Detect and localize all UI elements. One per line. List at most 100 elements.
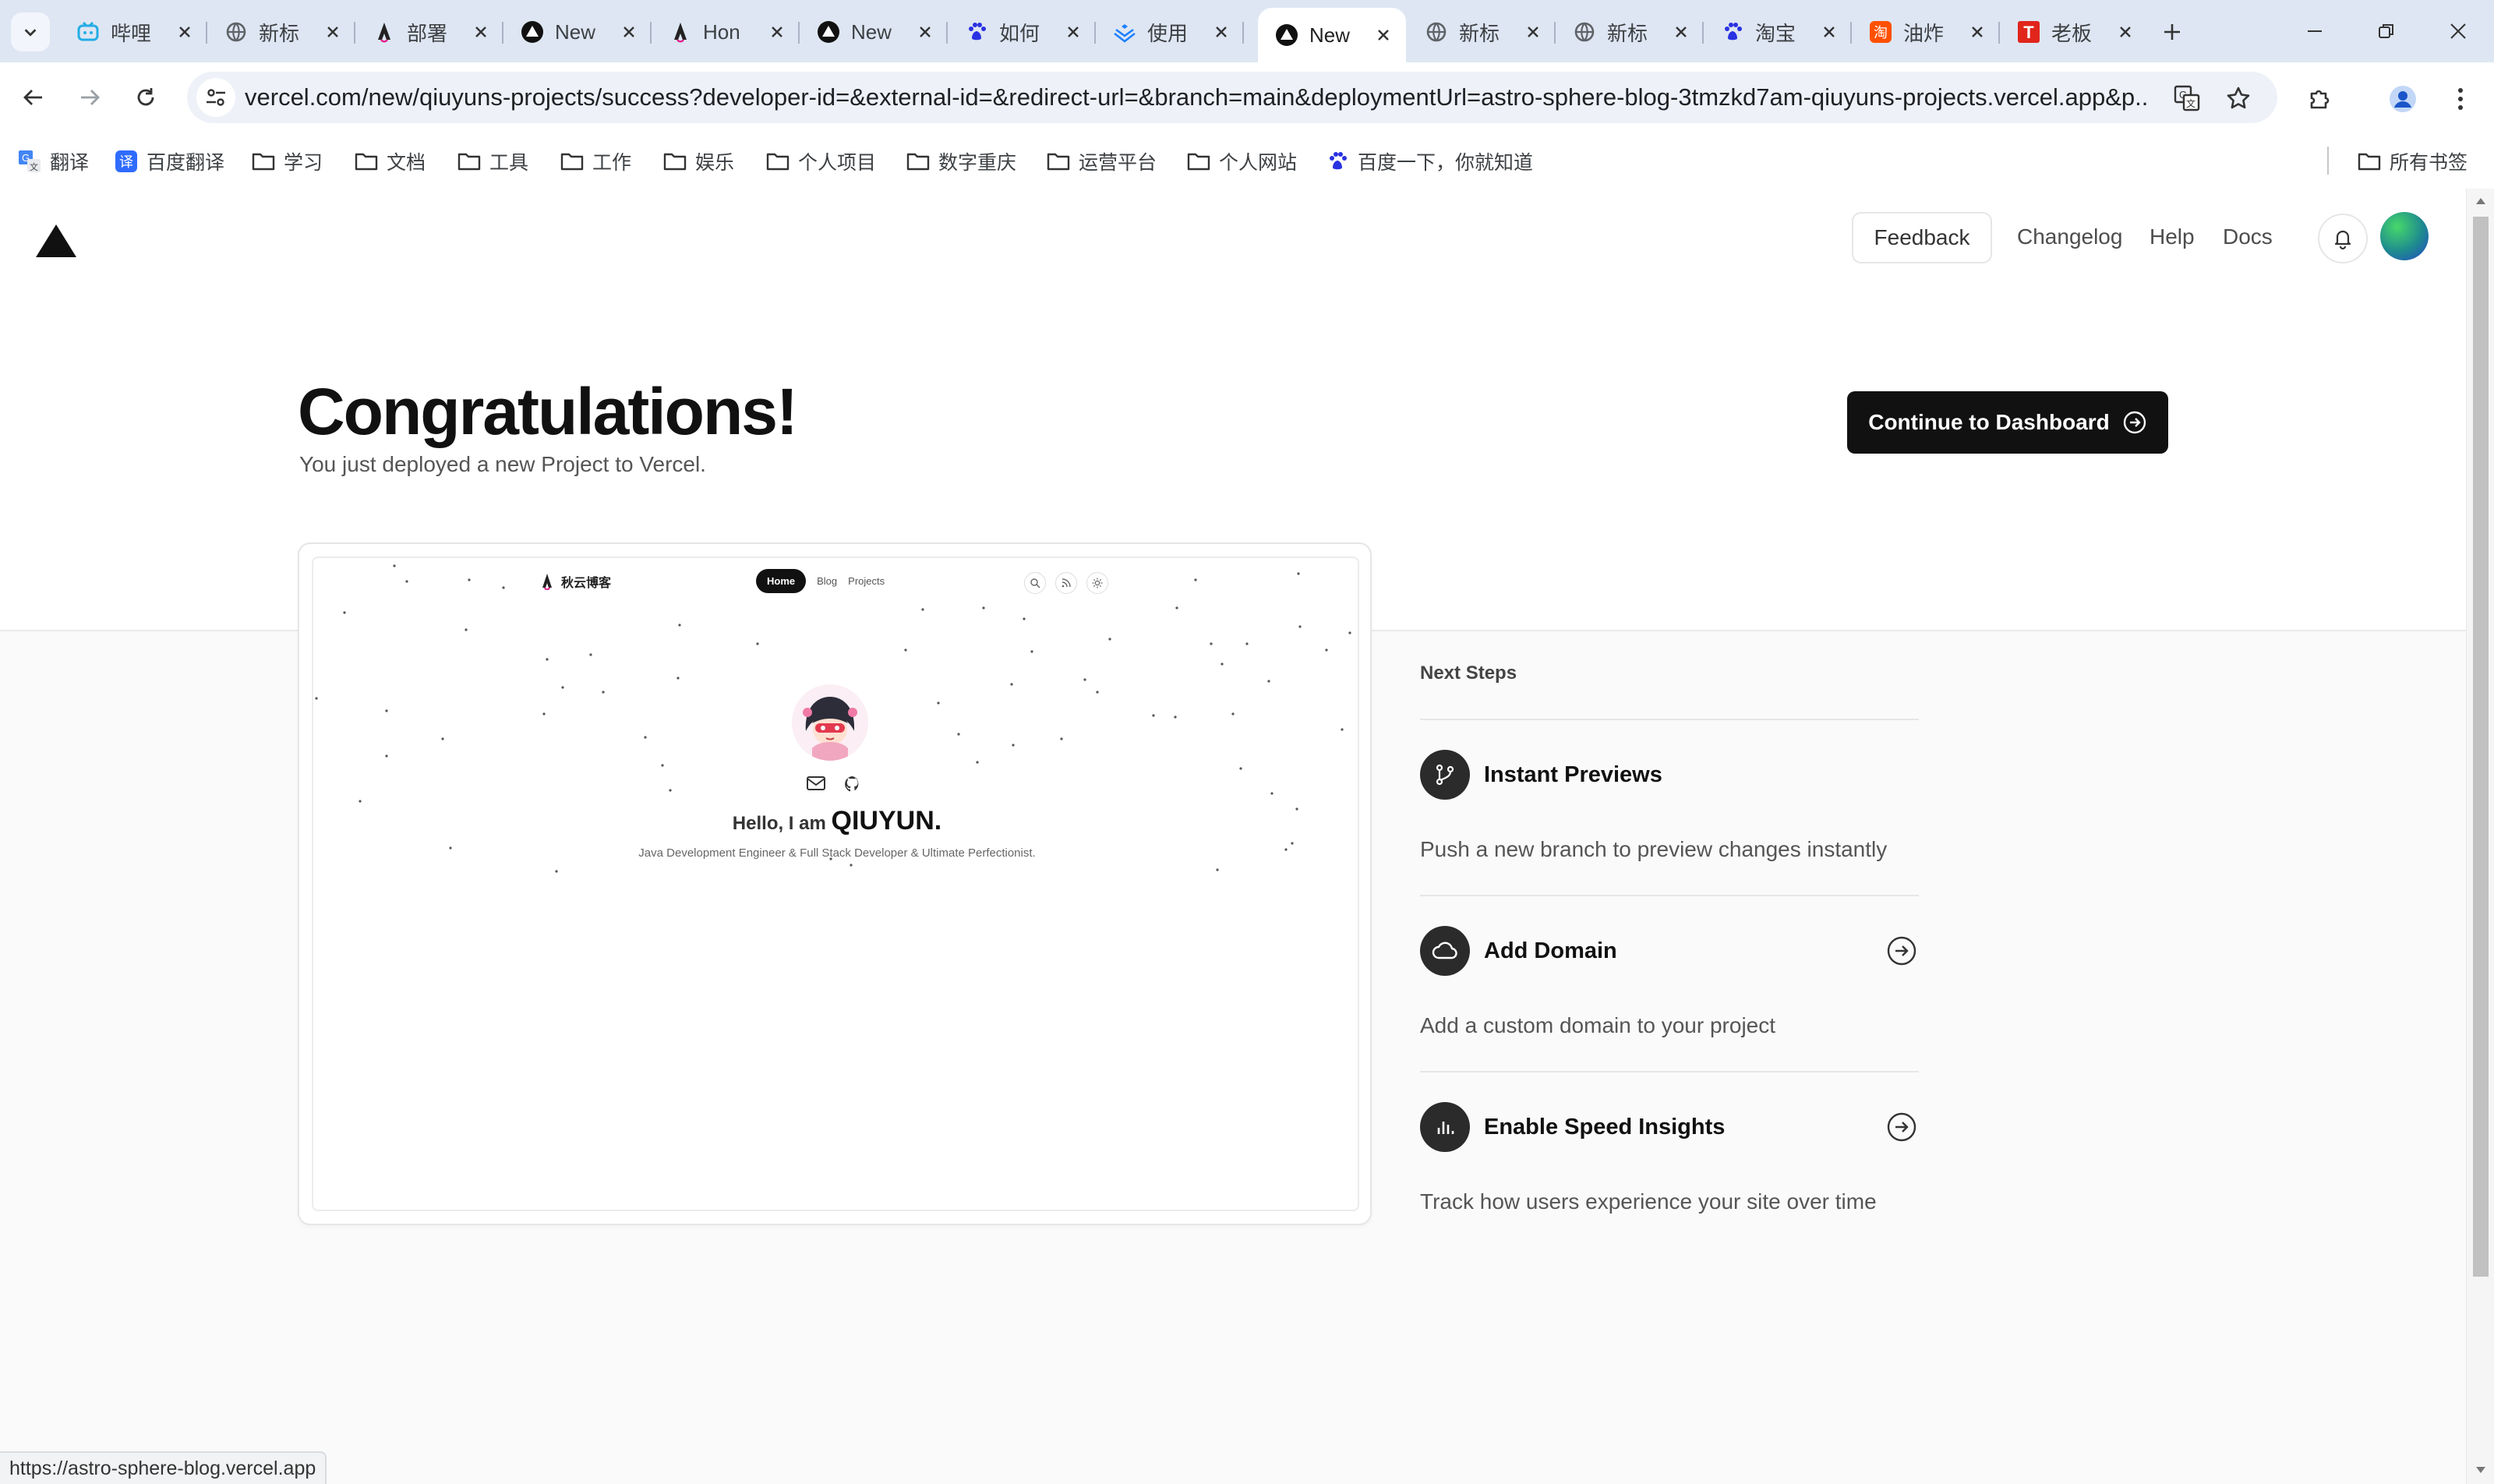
bookmark-folder-tools[interactable]: 工具 bbox=[457, 147, 528, 176]
bookmark-label: 工作 bbox=[592, 152, 632, 174]
bell-icon bbox=[2334, 230, 2351, 250]
bookmark-folder-study[interactable]: 学习 bbox=[251, 147, 323, 176]
tab-title: 新标 bbox=[1607, 21, 1648, 45]
tab-vercel-new[interactable]: New bbox=[503, 8, 652, 56]
profile-button[interactable] bbox=[2383, 80, 2422, 118]
close-icon[interactable] bbox=[321, 20, 344, 44]
reload-button[interactable] bbox=[126, 78, 165, 117]
tab-home[interactable]: Hon bbox=[652, 8, 800, 56]
step-speed-insights[interactable]: Enable Speed Insights Track how users ex… bbox=[1420, 1071, 1919, 1247]
tab-new-tab-3[interactable]: 新标 bbox=[1556, 8, 1704, 56]
tab-taobao[interactable]: 淘 油炸 bbox=[1852, 8, 2000, 56]
continue-to-dashboard-button[interactable]: Continue to Dashboard bbox=[1847, 391, 2168, 454]
page-viewport: Feedback Changelog Help Docs Congratulat… bbox=[0, 189, 2466, 1484]
restore-button[interactable] bbox=[2365, 11, 2408, 51]
deployment-preview-card[interactable]: 秋云博客 Home Blog Projects Hello, I am QIUY… bbox=[298, 542, 1372, 1225]
bookmark-folder-docs[interactable]: 文档 bbox=[354, 147, 426, 176]
bookmark-folder-chongqing[interactable]: 数字重庆 bbox=[906, 147, 1016, 176]
more-vert-icon bbox=[2458, 88, 2463, 110]
close-icon[interactable] bbox=[173, 20, 196, 44]
svg-text:文: 文 bbox=[30, 161, 38, 172]
tab-taobao-search[interactable]: 淘宝 bbox=[1704, 8, 1852, 56]
tab-new-tab[interactable]: 新标 bbox=[207, 8, 355, 56]
notifications-button[interactable] bbox=[2318, 214, 2368, 263]
bar-chart-icon bbox=[1420, 1102, 1470, 1152]
back-button[interactable] bbox=[14, 78, 53, 117]
address-bar[interactable]: vercel.com/new/qiuyuns-projects/success?… bbox=[187, 72, 2277, 123]
step-add-domain[interactable]: Add Domain Add a custom domain to your p… bbox=[1420, 895, 1919, 1071]
site-info-icon[interactable] bbox=[196, 78, 235, 117]
bookmark-baidu-translate[interactable]: 译 百度翻译 bbox=[114, 147, 224, 176]
bookmark-folder-projects[interactable]: 个人项目 bbox=[765, 147, 876, 176]
close-icon[interactable] bbox=[913, 20, 937, 44]
bookmark-label: 翻译 bbox=[50, 152, 90, 174]
close-icon[interactable] bbox=[1372, 23, 1395, 47]
tab-vercel-active[interactable]: New bbox=[1258, 8, 1406, 62]
close-icon[interactable] bbox=[1521, 20, 1545, 44]
new-tab-button[interactable] bbox=[2153, 12, 2192, 51]
step-description: Track how users experience your site ove… bbox=[1420, 1189, 1877, 1214]
bookmark-translate[interactable]: G文 翻译 bbox=[17, 147, 89, 176]
forward-button[interactable] bbox=[70, 78, 109, 117]
user-avatar[interactable] bbox=[2380, 212, 2429, 260]
translate-page-icon[interactable]: G文 bbox=[2171, 83, 2203, 114]
tab-strip: 哔哩 新标 部署 New Hon New 如何 使用 New 新标 新标 淘宝 … bbox=[0, 0, 2494, 62]
preview-description: Java Development Engineer & Full Stack D… bbox=[638, 846, 1036, 860]
feedback-button[interactable]: Feedback bbox=[1852, 212, 1992, 263]
tab-title: 如何 bbox=[999, 21, 1040, 45]
bookmark-label: 数字重庆 bbox=[938, 152, 1017, 174]
preview-site-name: 秋云博客 bbox=[561, 577, 612, 590]
scroll-up-arrow-icon[interactable] bbox=[2475, 196, 2487, 206]
changelog-link[interactable]: Changelog bbox=[2017, 224, 2122, 249]
vercel-logo[interactable] bbox=[34, 223, 78, 259]
close-icon bbox=[2450, 23, 2466, 39]
step-description: Push a new branch to preview changes ins… bbox=[1420, 837, 1888, 861]
close-window-button[interactable] bbox=[2436, 11, 2480, 51]
bookmark-folder-work[interactable]: 工作 bbox=[560, 147, 631, 176]
tab-bilibili[interactable]: 哔哩 bbox=[59, 8, 207, 56]
close-icon[interactable] bbox=[1210, 20, 1233, 44]
close-icon[interactable] bbox=[1818, 20, 1841, 44]
tab-deploy[interactable]: 部署 bbox=[355, 8, 503, 56]
step-instant-previews[interactable]: Instant Previews Push a new branch to pr… bbox=[1420, 719, 1919, 895]
close-icon[interactable] bbox=[1966, 20, 1989, 44]
close-icon[interactable] bbox=[469, 20, 493, 44]
tab-vercel-new-2[interactable]: New bbox=[800, 8, 948, 56]
bookmark-folder-ops[interactable]: 运营平台 bbox=[1046, 147, 1157, 176]
astro-icon bbox=[542, 574, 552, 590]
tab-juejin[interactable]: 使用 bbox=[1096, 8, 1244, 56]
close-icon[interactable] bbox=[765, 20, 789, 44]
browser-menu-button[interactable] bbox=[2441, 80, 2480, 118]
astro-icon bbox=[373, 20, 396, 44]
scroll-thumb[interactable] bbox=[2473, 217, 2489, 1277]
tab-new-tab-2[interactable]: 新标 bbox=[1408, 8, 1556, 56]
close-icon[interactable] bbox=[617, 20, 641, 44]
tab-laoban[interactable]: T 老板 bbox=[2000, 8, 2148, 56]
bookmark-label: 个人项目 bbox=[798, 152, 877, 174]
scroll-down-arrow-icon[interactable] bbox=[2475, 1465, 2487, 1475]
bookmark-folder-fun[interactable]: 娱乐 bbox=[662, 147, 734, 176]
bookmark-folder-site[interactable]: 个人网站 bbox=[1186, 147, 1297, 176]
tab-title: 新标 bbox=[1459, 21, 1500, 45]
baidu-translate-icon: 译 bbox=[114, 149, 139, 174]
page-scrollbar[interactable] bbox=[2466, 189, 2494, 1484]
bookmark-all[interactable]: 所有书签 bbox=[2357, 147, 2468, 176]
bookmark-baidu[interactable]: 百度一下，你就知道 bbox=[1325, 147, 1533, 176]
url-text[interactable]: vercel.com/new/qiuyuns-projects/success?… bbox=[245, 84, 2146, 111]
extensions-button[interactable] bbox=[2301, 80, 2340, 118]
minimize-button[interactable] bbox=[2293, 11, 2337, 51]
tab-baidu-how[interactable]: 如何 bbox=[948, 8, 1096, 56]
help-link[interactable]: Help bbox=[2150, 224, 2195, 249]
close-icon[interactable] bbox=[1669, 20, 1693, 44]
tab-search-button[interactable] bbox=[11, 12, 50, 51]
preview-hello-prefix: Hello, I am bbox=[732, 813, 826, 834]
bookmark-star-icon[interactable] bbox=[2223, 83, 2254, 114]
plus-icon bbox=[2164, 24, 2180, 40]
close-icon[interactable] bbox=[1062, 20, 1085, 44]
arrow-circle-right-icon[interactable] bbox=[1886, 935, 1917, 966]
close-icon[interactable] bbox=[2114, 20, 2137, 44]
arrow-circle-right-icon[interactable] bbox=[1886, 1111, 1917, 1143]
docs-link[interactable]: Docs bbox=[2223, 224, 2273, 249]
github-icon bbox=[845, 776, 859, 792]
step-title: Enable Speed Insights bbox=[1484, 1115, 1726, 1140]
